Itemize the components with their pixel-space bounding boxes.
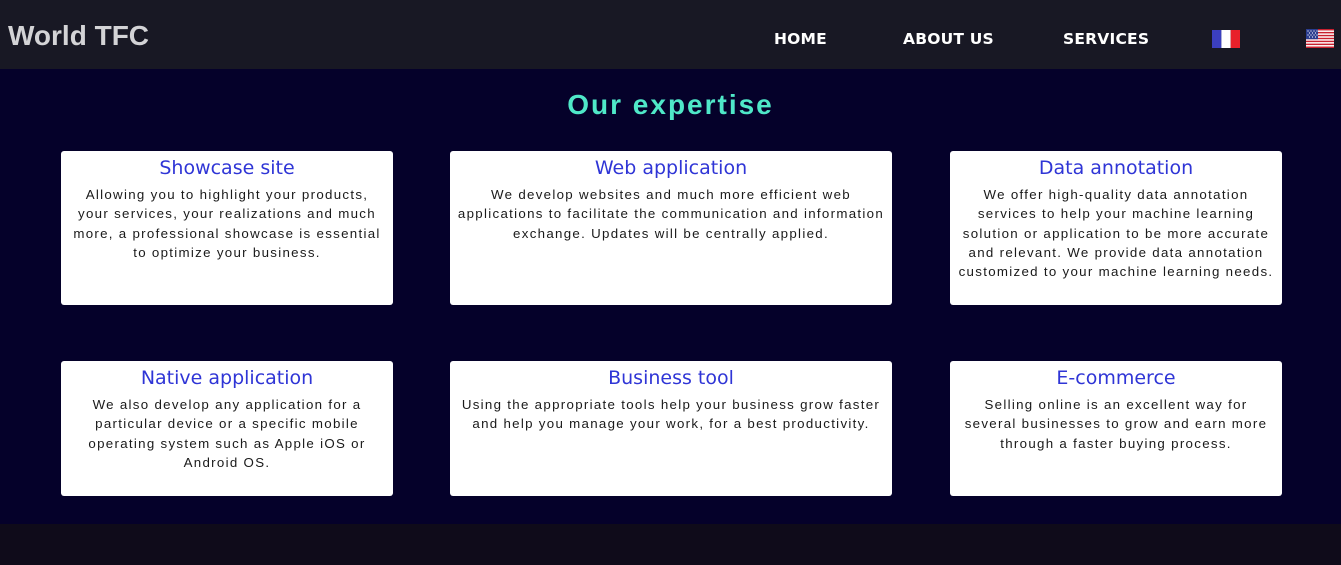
card-title: Data annotation <box>1038 157 1194 179</box>
card-title: Web application <box>594 157 748 179</box>
navbar: World TFC HOME ABOUT US SERVICES <box>0 0 1341 69</box>
card-native-application[interactable]: Native application We also develop any a… <box>61 361 393 496</box>
card-text: Allowing you to highlight your products,… <box>73 187 381 260</box>
card-text: Using the appropriate tools help your bu… <box>461 397 881 432</box>
card-title: Business tool <box>608 367 734 389</box>
card-text: Selling online is an excellent way for s… <box>964 397 1268 451</box>
card-web-application[interactable]: Web application We develop websites and … <box>450 151 892 305</box>
nav-about-us-link[interactable]: ABOUT US <box>903 29 994 49</box>
card-title: Showcase site <box>159 157 295 179</box>
card-text: We develop websites and much more effici… <box>457 187 885 241</box>
nav-services-link[interactable]: SERVICES <box>1063 29 1149 49</box>
brand-logo[interactable]: World TFC <box>8 19 149 53</box>
card-e-commerce[interactable]: E-commerce Selling online is an excellen… <box>950 361 1282 496</box>
card-text: We offer high-quality data annotation se… <box>958 187 1274 280</box>
france-flag-icon[interactable] <box>1212 30 1240 48</box>
card-title: E-commerce <box>1056 367 1176 389</box>
nav-home-link[interactable]: HOME <box>774 29 827 49</box>
card-showcase-site[interactable]: Showcase site Allowing you to highlight … <box>61 151 393 305</box>
us-flag-icon[interactable] <box>1306 29 1334 48</box>
card-business-tool[interactable]: Business tool Using the appropriate tool… <box>450 361 892 496</box>
footer <box>0 524 1341 565</box>
section-title: Our expertise <box>567 89 774 120</box>
card-title: Native application <box>140 367 314 389</box>
card-data-annotation[interactable]: Data annotation We offer high-quality da… <box>950 151 1282 305</box>
card-text: We also develop any application for a pa… <box>88 397 366 470</box>
